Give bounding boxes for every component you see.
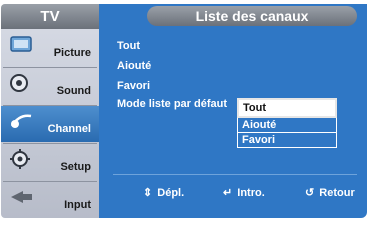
channel-list-panel: Liste des canaux Tout Aiouté Favori Mode… (99, 4, 367, 218)
menu-item-tout[interactable]: Tout (117, 40, 140, 52)
channel-icon (10, 114, 32, 128)
footer-divider (113, 174, 357, 175)
dropdown-option-favori[interactable]: Favori (237, 133, 337, 148)
sidebar-item-label: Setup (60, 161, 91, 173)
sidebar-item-setup[interactable]: Setup (1, 144, 99, 180)
title-bar: Liste des canaux (99, 4, 367, 29)
return-icon: ↺ (305, 187, 315, 199)
setup-icon (10, 149, 30, 169)
sidebar: TV Picture Sound Channel Setup Input (1, 4, 99, 218)
move-hint: ⇕ Dépl. (143, 186, 184, 199)
sidebar-item-picture[interactable]: Picture (1, 30, 99, 66)
sidebar-item-input[interactable]: Input (1, 182, 99, 218)
dropdown-option-aioute[interactable]: Aiouté (237, 118, 337, 133)
menu-item-default-list-mode[interactable]: Mode liste par défaut (117, 98, 227, 110)
enter-label: Intro. (237, 187, 265, 199)
enter-hint: ↵ Intro. (223, 186, 265, 199)
sidebar-title: TV (1, 4, 99, 29)
tv-menu-screen: TV Picture Sound Channel Setup Input Lis… (0, 0, 368, 223)
sidebar-item-sound[interactable]: Sound (1, 68, 99, 104)
sound-icon (10, 74, 28, 92)
menu-item-aioute[interactable]: Aiouté (117, 60, 151, 72)
page-title: Liste des canaux (147, 6, 357, 26)
sidebar-item-label: Picture (53, 47, 91, 59)
default-list-mode-dropdown[interactable]: Tout Aiouté Favori (237, 98, 337, 148)
input-icon (11, 191, 32, 203)
dropdown-option-tout[interactable]: Tout (237, 98, 337, 118)
footer-bar: ⇕ Dépl. ↵ Intro. ↺ Retour (99, 180, 367, 208)
return-hint: ↺ Retour (305, 186, 355, 199)
sidebar-item-label: Input (64, 199, 91, 211)
picture-icon (10, 36, 32, 52)
move-icon: ⇕ (143, 187, 153, 199)
sidebar-item-channel[interactable]: Channel (1, 106, 99, 142)
sidebar-item-label: Sound (56, 85, 91, 97)
sidebar-item-label: Channel (47, 123, 91, 135)
menu-item-favori[interactable]: Favori (117, 80, 150, 92)
return-label: Retour (319, 187, 355, 199)
move-label: Dépl. (157, 187, 185, 199)
enter-icon: ↵ (223, 187, 233, 199)
